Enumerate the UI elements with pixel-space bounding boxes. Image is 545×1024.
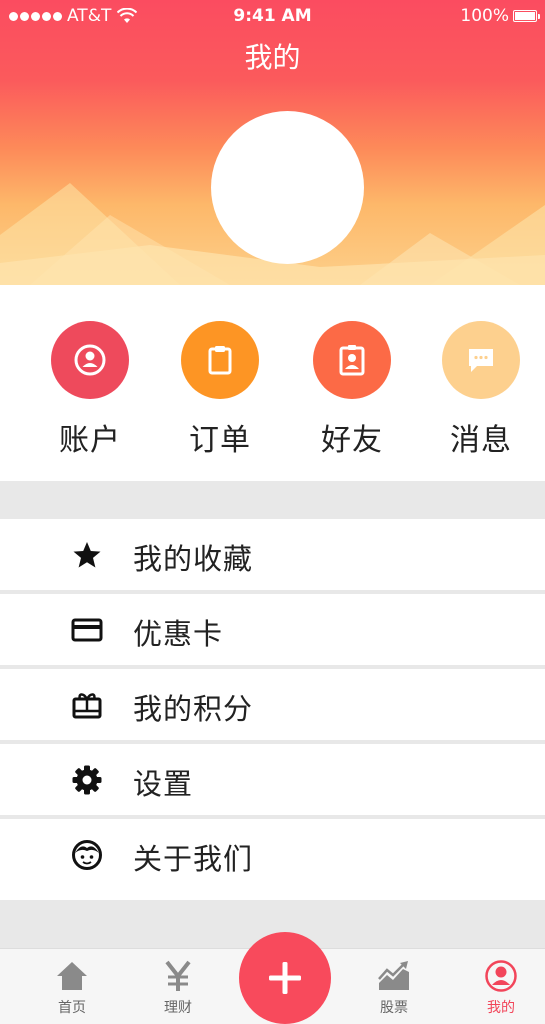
tab-label: 我的 [487, 1000, 515, 1016]
menu-item-label: 我的积分 [133, 692, 254, 726]
tab-home[interactable]: 首页 [32, 959, 112, 1017]
gift-icon [70, 688, 104, 722]
quick-action-label: 订单 [189, 423, 251, 458]
menu-item-label: 设置 [133, 767, 194, 801]
menu-item-favorites[interactable]: 我的收藏 [0, 519, 545, 594]
menu-item-label: 关于我们 [133, 842, 254, 876]
menu-item-settings[interactable]: 设置 [0, 744, 545, 819]
quick-action-friends[interactable]: 好友 [302, 321, 402, 459]
status-right: 100% [460, 6, 540, 26]
battery-icon [513, 10, 540, 22]
gear-icon [70, 763, 104, 797]
section-divider [0, 481, 545, 519]
battery-percent: 100% [460, 6, 509, 26]
quick-action-messages[interactable]: 消息 [431, 321, 531, 459]
message-bubble-icon [442, 321, 520, 399]
tab-stocks[interactable]: 股票 [354, 959, 434, 1017]
stock-chart-icon [378, 961, 409, 990]
menu-item-coupons[interactable]: 优惠卡 [0, 594, 545, 669]
menu-item-label: 我的收藏 [133, 542, 254, 576]
yen-icon [165, 960, 191, 991]
quick-action-orders[interactable]: 订单 [170, 321, 270, 459]
profile-header: AT&T 9:41 AM 100% 我的 [0, 0, 545, 285]
status-bar: AT&T 9:41 AM 100% [0, 0, 545, 34]
quick-action-label: 账户 [59, 423, 121, 458]
contact-badge-icon [313, 321, 391, 399]
tab-profile[interactable]: 我的 [461, 959, 541, 1017]
page-title: 我的 [244, 41, 301, 74]
star-icon [70, 538, 104, 572]
plus-icon [269, 962, 301, 994]
tab-label: 首页 [58, 1000, 86, 1016]
quick-action-label: 消息 [450, 423, 512, 458]
avatar[interactable] [211, 111, 364, 264]
quick-actions: 账户 订单 好友 消息 [0, 285, 545, 481]
menu-item-about[interactable]: 关于我们 [0, 819, 545, 897]
quick-action-label: 好友 [321, 423, 383, 458]
credit-card-icon [70, 613, 104, 647]
face-icon [70, 838, 104, 872]
profile-icon [485, 960, 517, 992]
account-icon [51, 321, 129, 399]
menu-list: 我的收藏 优惠卡 我的积分 设置 关于我们 [0, 519, 545, 897]
home-icon [57, 962, 87, 990]
quick-action-account[interactable]: 账户 [40, 321, 140, 459]
add-button[interactable] [239, 932, 331, 1024]
menu-item-points[interactable]: 我的积分 [0, 669, 545, 744]
tab-finance[interactable]: 理财 [138, 959, 218, 1017]
clipboard-icon [181, 321, 259, 399]
tab-label: 理财 [164, 1000, 192, 1016]
menu-item-label: 优惠卡 [133, 617, 224, 651]
tab-label: 股票 [380, 1000, 408, 1016]
